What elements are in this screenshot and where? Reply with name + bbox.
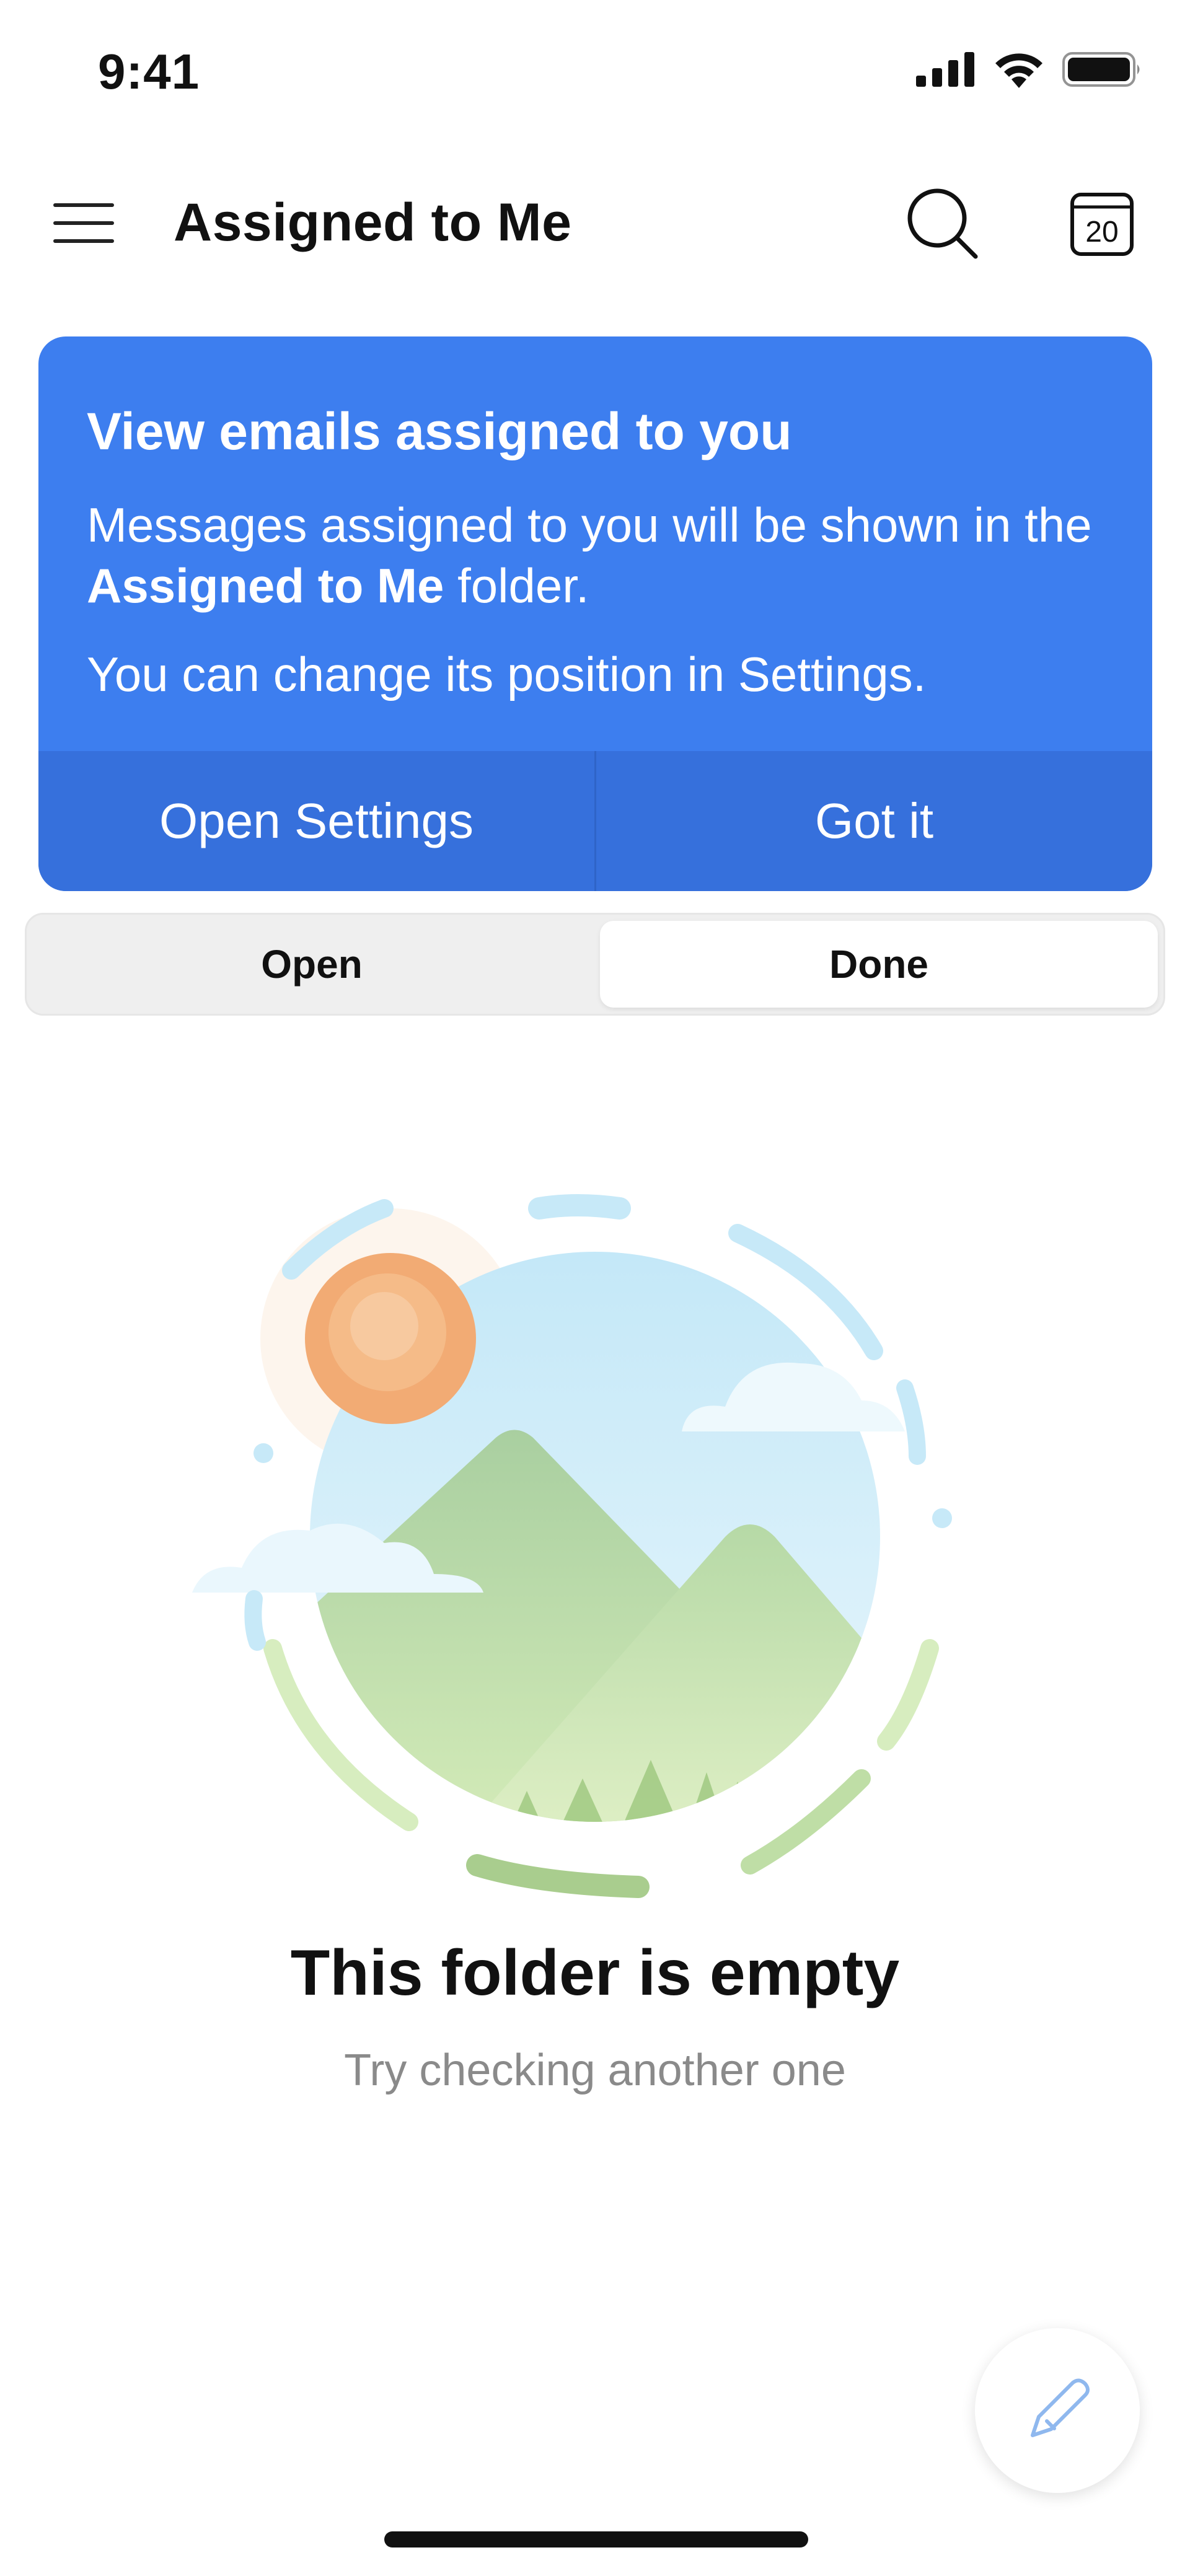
dot-right [932,1508,952,1528]
status-icons [916,51,1143,88]
calendar-icon: 20 [1070,193,1134,256]
banner-actions: Open Settings Got it [38,751,1152,891]
hamburger-menu-icon [53,203,114,243]
open-done-segmented-control: Open Done [25,913,1165,1016]
menu-button[interactable] [51,198,119,248]
banner-body-suffix: folder. [444,558,589,613]
landscape-illustration [192,1194,952,1898]
banner-body: Messages assigned to you will be shown i… [87,495,1116,616]
empty-state-title: This folder is empty [290,1937,900,2009]
assigned-info-banner: View emails assigned to you Messages ass… [38,336,1152,891]
got-it-button[interactable]: Got it [596,751,1152,891]
screen: 9:41 Assigned to Me 20 View emails assig… [0,0,1190,2576]
banner-body-prefix: Messages assigned to you will be shown i… [87,498,1092,552]
banner-body-folder: Assigned to Me [87,558,444,613]
banner-note: You can change its position in Settings. [87,647,927,701]
compose-button[interactable] [975,2328,1140,2493]
signal-icon [916,52,974,87]
calendar-button[interactable]: 20 [1070,192,1134,257]
compose-pen-icon [1031,2378,1090,2437]
page-title: Assigned to Me [174,193,572,252]
wifi-icon [995,53,1042,88]
home-indicator [384,2531,808,2547]
segment-open[interactable]: Open [33,921,591,1008]
dot-left [253,1443,273,1463]
open-settings-button[interactable]: Open Settings [38,751,594,891]
banner-title: View emails assigned to you [87,402,792,460]
battery-icon [1062,52,1140,87]
search-icon [907,188,978,259]
calendar-day: 20 [1085,216,1118,248]
status-time: 9:41 [98,44,200,99]
segment-done[interactable]: Done [600,921,1158,1008]
search-button[interactable] [905,186,979,260]
empty-state-subtitle: Try checking another one [344,2046,846,2095]
sun-core [350,1292,418,1360]
